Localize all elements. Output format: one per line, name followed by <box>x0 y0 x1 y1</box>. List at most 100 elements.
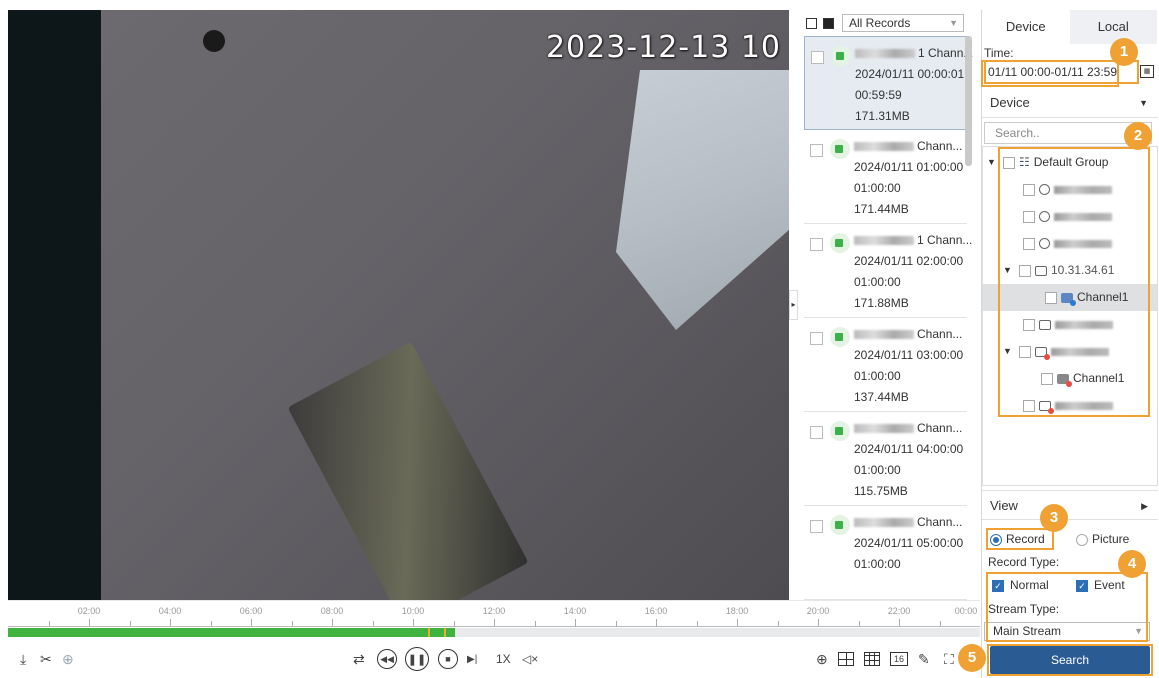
record-item[interactable]: Chann... 2024/01/11 05:00:00 01:00:00 <box>804 506 967 600</box>
timeline-record-track[interactable] <box>8 628 980 637</box>
fullscreen-icon[interactable]: ⛶ <box>944 649 954 669</box>
record-checkbox[interactable] <box>811 51 824 64</box>
timeline-hour-label: 02:00 <box>77 606 101 616</box>
tree-checkbox[interactable] <box>1045 291 1057 304</box>
video-player[interactable]: 2023-12-13 10 <box>8 10 789 600</box>
timeline-tick <box>372 621 374 626</box>
tree-channel-selected[interactable]: Channel1 <box>983 284 1157 311</box>
tree-checkbox[interactable] <box>1023 318 1035 331</box>
video-camera-icon <box>831 46 851 66</box>
record-item[interactable]: 1 Chann... 2024/01/11 00:00:01 00:59:59 171… <box>804 36 973 130</box>
tab-local[interactable]: Local <box>1069 10 1157 44</box>
record-checkbox[interactable] <box>810 520 823 533</box>
tree-device-item[interactable] <box>1023 311 1113 338</box>
record-filter-select[interactable]: All Records ▼ <box>842 14 964 32</box>
record-radio[interactable]: Record <box>990 532 1045 546</box>
tree-nvr-expanded[interactable]: ▼ 10.31.34.61 <box>1003 257 1114 284</box>
timeline-tick <box>413 619 414 626</box>
record-channel: Chann... <box>854 512 962 533</box>
layout-9-icon[interactable] <box>864 649 880 669</box>
tree-checkbox[interactable] <box>1023 210 1035 223</box>
record-item[interactable]: Chann... 2024/01/11 03:00:00 01:00:00 137.4… <box>804 318 967 412</box>
record-item[interactable]: Chann... 2024/01/11 01:00:00 01:00:00 171.4… <box>804 130 967 224</box>
mute-icon[interactable]: ◁× <box>522 649 538 669</box>
record-checkbox[interactable] <box>810 426 823 439</box>
tree-nvr-offline[interactable]: ▼ <box>1003 338 1109 365</box>
record-size: 171.31MB <box>855 109 910 123</box>
pause-icon[interactable]: ❚❚ <box>405 647 429 671</box>
record-checkbox[interactable] <box>810 238 823 251</box>
tree-checkbox[interactable] <box>1023 183 1035 196</box>
tree-group-default[interactable]: ▼ ☷ Default Group <box>987 149 1108 176</box>
expand-arrow-icon[interactable]: ▼ <box>1003 257 1015 284</box>
record-name-redacted <box>855 49 915 59</box>
video-ceiling-hole <box>203 30 225 52</box>
speed-label[interactable]: 1X <box>496 649 511 669</box>
rewind-icon[interactable]: ◀◀ <box>377 649 397 669</box>
view-dropdown[interactable]: View ▶ <box>982 490 1158 520</box>
timeline-recorded-fill <box>8 628 456 637</box>
select-all-icon[interactable] <box>806 17 817 29</box>
tree-device-item[interactable] <box>1023 203 1112 230</box>
tree-checkbox[interactable] <box>1019 345 1031 358</box>
search-button[interactable]: Search <box>990 646 1150 674</box>
download-icon[interactable]: ⤓ <box>20 649 26 669</box>
tree-channel-item[interactable]: Channel1 <box>1041 365 1124 392</box>
record-duration: 00:59:59 <box>855 88 902 102</box>
zoom-icon[interactable]: ⊕ <box>62 649 74 669</box>
tree-device-item[interactable] <box>1023 230 1112 257</box>
nvr-icon <box>1039 319 1051 330</box>
record-checkbox[interactable] <box>810 332 823 345</box>
layout-16-icon[interactable]: 16 <box>890 649 908 669</box>
expand-arrow-icon[interactable]: ▼ <box>987 149 999 176</box>
calendar-icon[interactable]: ▦ <box>1140 65 1154 78</box>
record-duration: 01:00:00 <box>854 181 901 195</box>
digital-zoom-icon[interactable]: ⊕ <box>816 649 828 669</box>
timeline-hour-label: 08:00 <box>320 606 344 616</box>
tree-checkbox[interactable] <box>1023 237 1035 250</box>
tree-checkbox[interactable] <box>1003 156 1015 169</box>
chevron-down-icon: ▼ <box>1134 626 1143 636</box>
record-item[interactable]: Chann... 2024/01/11 04:00:00 01:00:00 115.7… <box>804 412 967 506</box>
event-checkbox[interactable]: ✓ Event <box>1076 578 1125 592</box>
video-camera-icon <box>830 233 850 253</box>
chevron-right-icon: ▶ <box>1141 501 1148 511</box>
record-type-label: Record Type: <box>988 555 1060 569</box>
time-label: Time: <box>984 46 1014 60</box>
picture-radio[interactable]: Picture <box>1076 532 1129 546</box>
callout-badge: 2 <box>1124 122 1152 150</box>
radio-icon <box>1076 533 1088 546</box>
timeline-hour-label: 14:00 <box>563 606 587 616</box>
device-dropdown[interactable]: Device ▼ <box>982 88 1158 118</box>
record-item[interactable]: 1 Chann... 2024/01/11 02:00:00 01:00:00 171… <box>804 224 972 318</box>
tree-device-item[interactable] <box>1023 176 1112 203</box>
sync-playback-icon[interactable]: ⇄ <box>353 649 365 669</box>
tree-device-item[interactable] <box>1023 392 1113 419</box>
record-list-scrollbar[interactable] <box>965 36 972 166</box>
layout-4-icon[interactable] <box>838 649 854 669</box>
stream-type-value: Main Stream <box>993 624 1062 638</box>
tree-checkbox[interactable] <box>1041 372 1053 385</box>
tree-checkbox[interactable] <box>1023 399 1035 412</box>
stop-icon[interactable]: ■ <box>438 649 458 669</box>
next-frame-icon[interactable]: ▶| <box>467 649 477 669</box>
expand-arrow-icon[interactable]: ▼ <box>1003 338 1015 365</box>
edit-icon[interactable]: ✎ <box>918 649 930 669</box>
timeline-tick <box>939 621 941 626</box>
record-name-redacted <box>854 424 914 434</box>
record-list: All Records ▼ 1 Chann... 2024/01/11 00:00… <box>800 10 975 600</box>
timeline-tick <box>494 619 495 626</box>
timeline-hour-label: 20:00 <box>806 606 830 616</box>
device-offline-icon <box>1039 400 1054 414</box>
tab-device[interactable]: Device <box>982 10 1070 44</box>
tree-checkbox[interactable] <box>1019 264 1031 277</box>
lock-record-icon[interactable] <box>823 17 834 29</box>
stream-type-select[interactable]: Main Stream ▼ <box>984 622 1150 641</box>
clip-scissors-icon[interactable]: ✂ <box>40 649 52 669</box>
record-checkbox[interactable] <box>810 144 823 157</box>
collapse-list-handle[interactable]: ▸ <box>789 290 798 320</box>
playback-timeline[interactable]: 02:00 04:00 06:00 08:00 10:00 12:00 14:00 16:00… <box>8 600 980 638</box>
normal-checkbox[interactable]: ✓ Normal <box>992 578 1049 592</box>
video-camera-icon <box>830 139 850 159</box>
record-filter-value: All Records <box>849 16 911 30</box>
